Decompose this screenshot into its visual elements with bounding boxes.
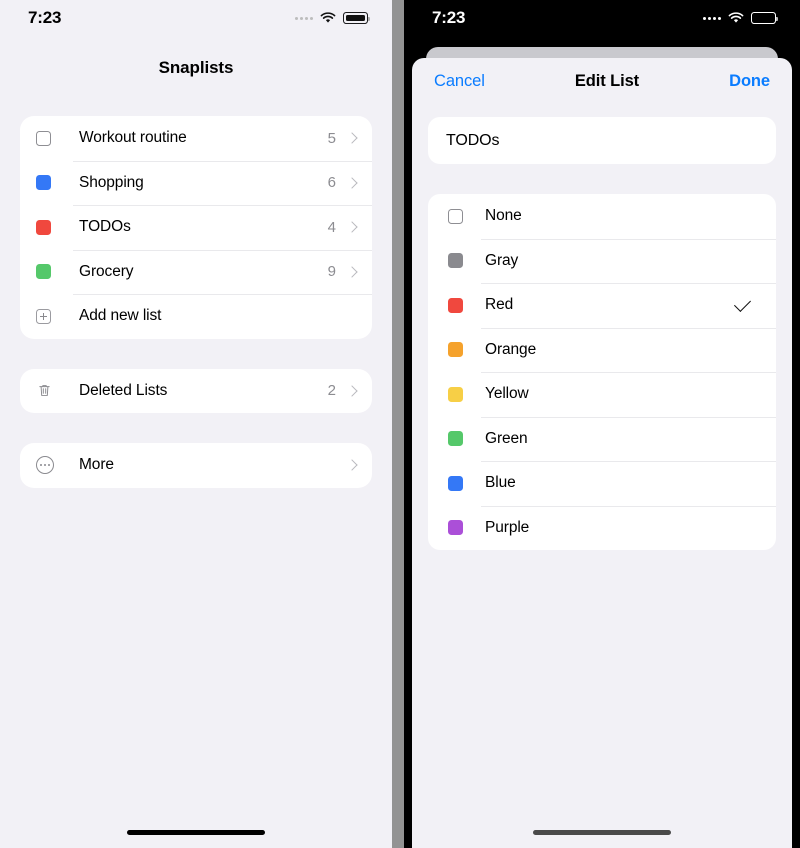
color-swatch-icon: [36, 219, 57, 235]
edit-list-sheet: Cancel Edit List Done TODOs None Gray Re…: [412, 58, 792, 848]
signal-dots-icon: [703, 16, 721, 20]
color-option-label: Yellow: [485, 385, 529, 403]
color-option-label: Gray: [485, 251, 519, 269]
color-swatch-icon: [448, 297, 463, 313]
color-option-label: Orange: [485, 340, 537, 358]
list-item-label: Grocery: [79, 262, 134, 280]
dual-phone-screenshot: 7:23 Snaplists Workout routine 5 Shoppin…: [0, 0, 800, 848]
battery-icon: [343, 12, 370, 24]
color-option-gray[interactable]: Gray: [428, 238, 776, 284]
sheet-nav-bar: Cancel Edit List Done: [412, 58, 792, 105]
status-bar-time: 7:23: [432, 8, 466, 27]
checkbox-outline-icon: [448, 208, 463, 224]
chevron-right-icon: [346, 221, 358, 233]
list-name-value[interactable]: TODOs: [446, 132, 500, 150]
color-option-green[interactable]: Green: [428, 416, 776, 462]
color-option-label: Red: [485, 296, 514, 314]
color-swatch-icon: [448, 342, 463, 358]
checkmark-icon: [734, 294, 751, 312]
color-option-label: Green: [485, 429, 528, 447]
color-swatch-icon: [448, 520, 463, 536]
color-option-blue[interactable]: Blue: [428, 461, 776, 506]
left-phone-panel: 7:23 Snaplists Workout routine 5 Shoppin…: [0, 0, 392, 848]
home-indicator[interactable]: [533, 830, 671, 835]
wifi-icon: [320, 12, 336, 23]
plus-square-icon: [36, 308, 57, 324]
ellipsis-circle-icon: [36, 456, 57, 475]
lists-card: Workout routine 5 Shopping 6 TODOs 4 Gro…: [20, 116, 372, 339]
deleted-lists-count: 2: [327, 382, 336, 400]
right-phone-panel: 7:23 Cancel Edit List Done TODOs None Gr…: [404, 0, 800, 848]
chevron-right-icon: [346, 459, 358, 471]
chevron-right-icon: [346, 385, 358, 397]
color-swatch-icon: [36, 175, 57, 191]
status-bar-indicators: [295, 12, 370, 24]
battery-icon: [751, 12, 778, 24]
chevron-right-icon: [346, 132, 358, 144]
color-swatch-icon: [36, 264, 57, 280]
list-item-label: Workout routine: [79, 129, 187, 147]
deleted-lists-label: Deleted Lists: [79, 381, 168, 399]
color-option-purple[interactable]: Purple: [428, 505, 776, 551]
color-option-label: Purple: [485, 518, 530, 536]
cancel-button[interactable]: Cancel: [434, 72, 485, 91]
signal-dots-icon: [295, 16, 313, 20]
status-bar-time: 7:23: [28, 8, 62, 27]
wifi-icon: [728, 12, 744, 23]
list-item-label: TODOs: [79, 218, 131, 236]
more-label: More: [79, 456, 114, 474]
list-item-count: 4: [327, 218, 336, 236]
left-status-bar: 7:23: [0, 0, 392, 36]
color-option-label: None: [485, 207, 522, 225]
right-status-bar: 7:23: [404, 0, 800, 36]
more-card: More: [20, 443, 372, 488]
color-option-none[interactable]: None: [428, 194, 776, 239]
list-item-workout-routine[interactable]: Workout routine 5: [20, 116, 372, 161]
color-option-yellow[interactable]: Yellow: [428, 372, 776, 417]
color-swatch-icon: [448, 253, 463, 269]
checkbox-outline-icon: [36, 130, 57, 146]
list-item-todos[interactable]: TODOs 4: [20, 205, 372, 250]
list-item-shopping[interactable]: Shopping 6: [20, 160, 372, 206]
chevron-right-icon: [346, 177, 358, 189]
list-item-count: 9: [327, 263, 336, 281]
color-option-orange[interactable]: Orange: [428, 327, 776, 373]
color-swatch-icon: [448, 431, 463, 447]
list-item-label: Shopping: [79, 173, 144, 191]
color-swatch-icon: [448, 475, 463, 491]
done-button[interactable]: Done: [729, 72, 770, 91]
list-name-field[interactable]: TODOs: [428, 117, 776, 164]
color-options-card: None Gray Red Orange Yellow Green Blue P…: [428, 194, 776, 550]
list-item-count: 6: [327, 174, 336, 192]
color-option-label: Blue: [485, 474, 516, 492]
status-bar-indicators: [703, 12, 778, 24]
deleted-lists-card: Deleted Lists 2: [20, 368, 372, 414]
color-swatch-icon: [448, 386, 463, 402]
chevron-right-icon: [346, 266, 358, 278]
deleted-lists-row[interactable]: Deleted Lists 2: [20, 369, 372, 414]
more-row[interactable]: More: [20, 443, 372, 488]
sheet-title: Edit List: [574, 72, 640, 90]
list-item-grocery[interactable]: Grocery 9: [20, 249, 372, 295]
panel-divider: [392, 0, 404, 848]
add-new-list-button[interactable]: Add new list: [20, 294, 372, 339]
list-item-count: 5: [327, 129, 336, 147]
home-indicator[interactable]: [127, 830, 265, 835]
page-title: Snaplists: [158, 58, 234, 77]
add-new-list-label: Add new list: [79, 307, 162, 325]
color-option-red[interactable]: Red: [428, 283, 776, 328]
trash-icon: [36, 382, 57, 399]
